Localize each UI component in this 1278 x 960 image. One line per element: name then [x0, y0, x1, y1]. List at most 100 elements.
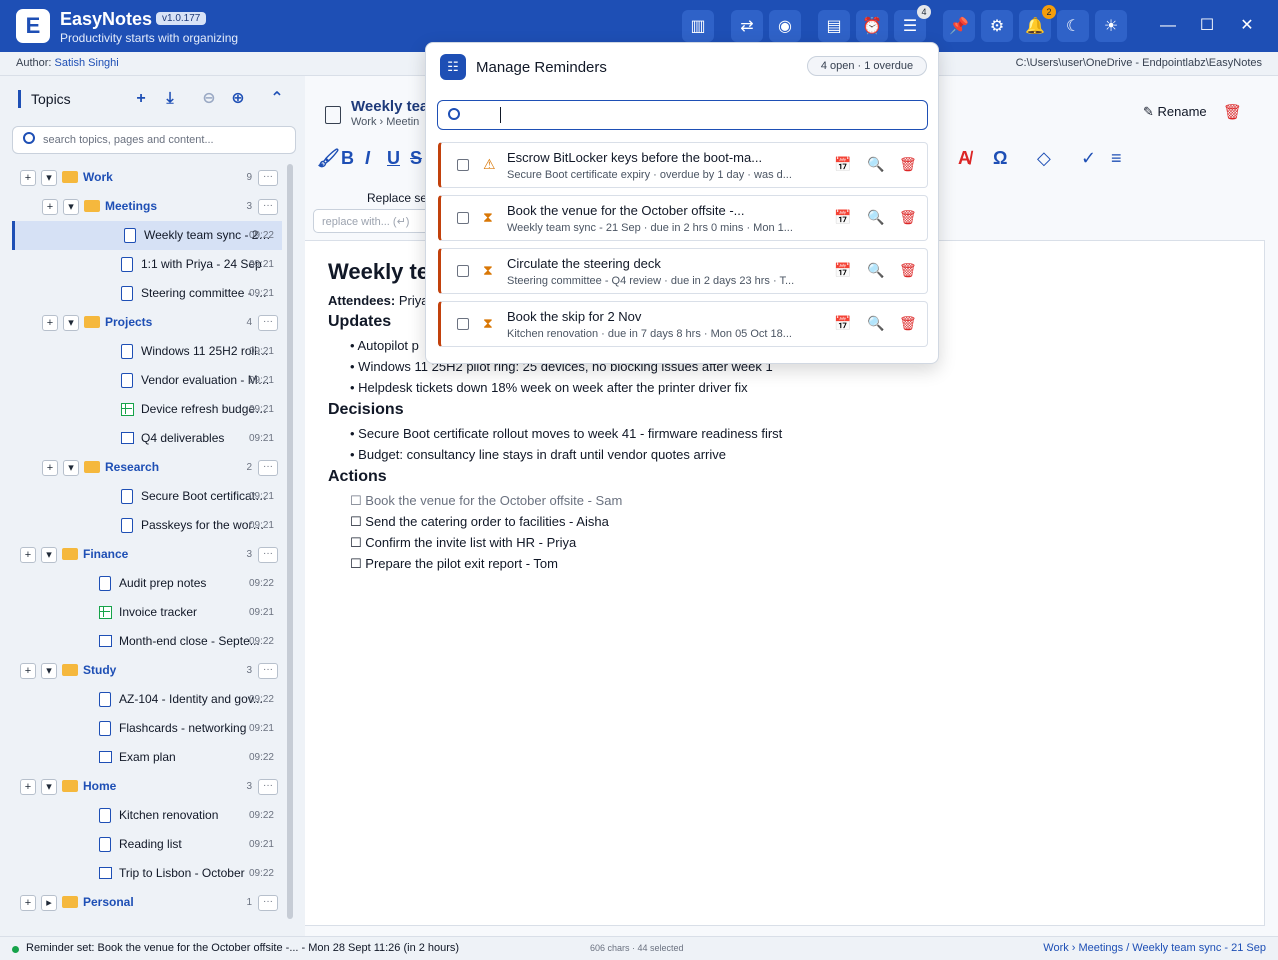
expand-toggle-icon[interactable]: ▾ — [63, 315, 79, 331]
moon-icon[interactable]: ☾ — [1057, 10, 1089, 42]
tree-page[interactable]: Windows 11 25H2 rollout 09:21 — [12, 337, 282, 366]
reminder-item[interactable]: ⚠ Escrow BitLocker keys before the boot-m… — [438, 142, 928, 188]
delete-reminder-icon[interactable]: 🗑 — [899, 262, 917, 279]
expand-toggle-icon[interactable]: ▸ — [41, 895, 57, 911]
complete-checkbox[interactable] — [457, 318, 469, 330]
expand-toggle-icon[interactable]: ▾ — [63, 199, 79, 215]
delete-reminder-icon[interactable]: 🗑 — [899, 315, 917, 332]
tree-page[interactable]: Device refresh budget 2... 09:21 — [12, 395, 282, 424]
todo-item[interactable]: ☐ Book the venue for the October offsite… — [350, 493, 622, 509]
underline-icon[interactable]: U — [387, 148, 400, 169]
locate-note-icon[interactable]: 🔍 — [867, 156, 884, 173]
alarm-icon[interactable]: ⏰ — [856, 10, 888, 42]
zoom-out-icon[interactable]: ⊖ — [198, 88, 220, 110]
add-child-button[interactable]: + — [20, 895, 36, 911]
maximize-button[interactable]: ☐ — [1192, 12, 1222, 40]
replace-input[interactable]: replace with... (↵) — [313, 209, 433, 233]
tree-page[interactable]: Audit prep notes 09:22 — [12, 569, 282, 598]
expand-toggle-icon[interactable]: ▾ — [41, 547, 57, 563]
tree-page[interactable]: 1:1 with Priya - 24 Sep 09:21 — [12, 250, 282, 279]
expand-toggle-icon[interactable]: ▾ — [63, 460, 79, 476]
tree-page[interactable]: Exam plan 09:22 — [12, 743, 282, 772]
tree-page[interactable]: Trip to Lisbon - October 09:22 — [12, 859, 282, 888]
tree-page[interactable]: Kitchen renovation 09:22 — [12, 801, 282, 830]
delete-reminder-icon[interactable]: 🗑 — [899, 156, 917, 173]
reschedule-icon[interactable]: 📅 — [834, 209, 851, 226]
download-icon[interactable]: ⤓ — [159, 88, 181, 110]
tree-page[interactable]: Vendor evaluation - MD... 09:21 — [12, 366, 282, 395]
italic-icon[interactable]: I — [365, 148, 370, 169]
more-options-button[interactable]: ··· — [258, 460, 278, 476]
tree-page[interactable]: Flashcards - networking 09:21 — [12, 714, 282, 743]
strikethrough-icon[interactable]: S — [410, 148, 422, 169]
tree-page[interactable]: Passkeys for the workfo... 09:21 — [12, 511, 282, 540]
todo-item[interactable]: ☐ Prepare the pilot exit report - Tom — [350, 556, 558, 572]
menu-icon[interactable]: ≡ — [1111, 148, 1122, 169]
tree-folder[interactable]: + ▾ Finance 3 ··· — [12, 540, 282, 569]
tree-page[interactable]: Weekly team sync - 21... 09:22 — [12, 221, 282, 250]
add-child-button[interactable]: + — [42, 315, 58, 331]
add-child-button[interactable]: + — [20, 170, 36, 186]
clear-format-icon[interactable]: A̸ — [958, 148, 971, 169]
more-options-button[interactable]: ··· — [258, 663, 278, 679]
zoom-in-icon[interactable]: ⊕ — [227, 88, 249, 110]
special-char-icon[interactable]: Ω — [993, 148, 1007, 169]
tree-page[interactable]: Secure Boot certificate... 09:21 — [12, 482, 282, 511]
tree-page[interactable]: Reading list 09:21 — [12, 830, 282, 859]
minimize-button[interactable]: — — [1153, 12, 1183, 40]
complete-checkbox[interactable] — [457, 212, 469, 224]
bold-icon[interactable]: B — [341, 148, 354, 169]
more-options-button[interactable]: ··· — [258, 315, 278, 331]
expand-toggle-icon[interactable]: ▾ — [41, 663, 57, 679]
locate-note-icon[interactable]: 🔍 — [867, 315, 884, 332]
add-child-button[interactable]: + — [42, 460, 58, 476]
topic-search-field[interactable]: search topics, pages and content... — [12, 126, 296, 154]
locate-note-icon[interactable]: 🔍 — [867, 209, 884, 226]
tree-folder[interactable]: + ▸ Personal 1 ··· — [12, 888, 282, 917]
tree-folder[interactable]: + ▾ Meetings 3 ··· — [12, 192, 282, 221]
add-child-button[interactable]: + — [20, 663, 36, 679]
bell-icon[interactable]: 🔔 2 — [1019, 5, 1056, 42]
tasks-icon[interactable]: ☰ 4 — [894, 5, 931, 42]
swap-icon[interactable]: ⇄ — [731, 10, 763, 42]
tree-page[interactable]: Invoice tracker 09:21 — [12, 598, 282, 627]
reminder-item[interactable]: ⧗ Circulate the steering deck Steering com… — [438, 248, 928, 294]
tree-folder[interactable]: + ▾ Work 9 ··· — [12, 163, 282, 192]
rename-button[interactable]: ✎ Rename — [1143, 104, 1207, 120]
locate-note-icon[interactable]: 🔍 — [867, 262, 884, 279]
tree-folder[interactable]: + ▾ Study 3 ··· — [12, 656, 282, 685]
reminders-search-input[interactable] — [437, 100, 928, 130]
more-options-button[interactable]: ··· — [258, 895, 278, 911]
tree-folder[interactable]: + ▾ Projects 4 ··· — [12, 308, 282, 337]
delete-reminder-icon[interactable]: 🗑 — [899, 209, 917, 226]
tree-page[interactable]: AZ-104 - Identity and gov... 09:22 — [12, 685, 282, 714]
collapse-all-icon[interactable]: ⌃ — [266, 88, 288, 110]
reschedule-icon[interactable]: 📅 — [834, 262, 851, 279]
format-painter-icon[interactable]: 🖌 — [317, 148, 340, 169]
tree-page[interactable]: Q4 deliverables 09:21 — [12, 424, 282, 453]
reschedule-icon[interactable]: 📅 — [834, 315, 851, 332]
reminder-item[interactable]: ⧗ Book the skip for 2 Nov Kitchen renovati… — [438, 301, 928, 347]
sidebar-scrollbar[interactable] — [287, 164, 293, 919]
robot-icon[interactable]: ◉ — [769, 10, 801, 42]
todo-item[interactable]: ☐ Send the catering order to facilities … — [350, 514, 609, 530]
add-child-button[interactable]: + — [42, 199, 58, 215]
expand-toggle-icon[interactable]: ▾ — [41, 779, 57, 795]
add-child-button[interactable]: + — [20, 779, 36, 795]
tree-page[interactable]: Steering committee - Q... 09:21 — [12, 279, 282, 308]
gear-icon[interactable]: ⚙ — [981, 10, 1013, 42]
sun-icon[interactable]: ☀ — [1095, 10, 1127, 42]
tree-folder[interactable]: + ▾ Research 2 ··· — [12, 453, 282, 482]
tree-folder[interactable]: + ▾ Home 3 ··· — [12, 772, 282, 801]
shape-icon[interactable]: ◇ — [1037, 148, 1051, 169]
status-breadcrumb[interactable]: Work › Meetings / Weekly team sync - 21 … — [1043, 942, 1266, 954]
complete-checkbox[interactable] — [457, 159, 469, 171]
calendar-icon[interactable]: ▤ — [818, 10, 850, 42]
chart-icon[interactable]: ▥ — [682, 10, 714, 42]
author-name[interactable]: Satish Singhi — [55, 57, 119, 69]
more-options-button[interactable]: ··· — [258, 779, 278, 795]
complete-checkbox[interactable] — [457, 265, 469, 277]
reschedule-icon[interactable]: 📅 — [834, 156, 851, 173]
tree-page[interactable]: Month-end close - Septe... 09:22 — [12, 627, 282, 656]
more-options-button[interactable]: ··· — [258, 170, 278, 186]
